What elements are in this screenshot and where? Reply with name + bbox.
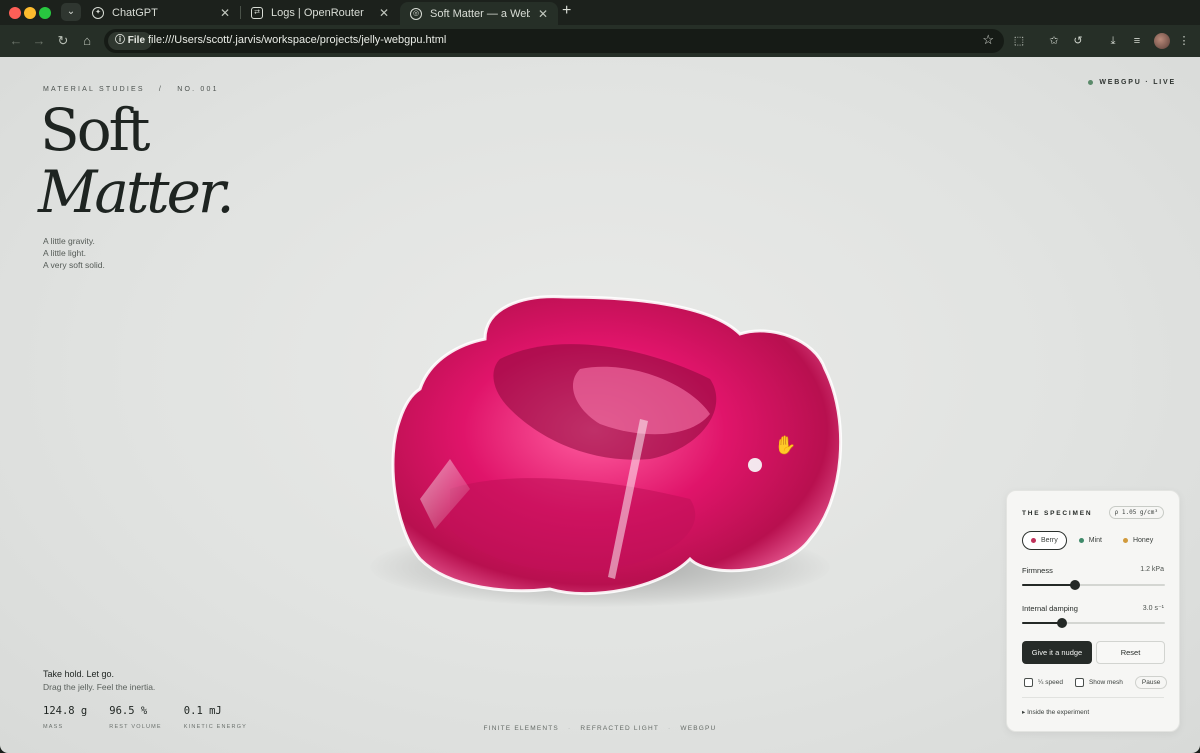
download-icon[interactable]: ⤓ (1105, 33, 1121, 49)
checkbox-box[interactable] (1074, 678, 1084, 687)
eyebrow-separator: / (158, 86, 164, 93)
jelly-specimen[interactable]: ✋ (390, 289, 850, 609)
reading-list-icon[interactable]: ≡ (1129, 33, 1145, 49)
slider-fill (1022, 584, 1075, 586)
pause-button[interactable]: Pause (1134, 676, 1168, 689)
checkbox-label: ¼ speed (1038, 679, 1063, 686)
history-icon[interactable]: ↺ (1070, 33, 1086, 49)
flavor-dot-icon (1031, 538, 1036, 543)
new-tab-button[interactable]: + (562, 2, 571, 20)
firmness-value: 1.2 kPa (1140, 566, 1164, 573)
flavor-label: Honey (1132, 537, 1154, 544)
globe-icon: ◎ (410, 7, 422, 20)
footer-separator: · (568, 725, 572, 732)
close-window-button[interactable] (9, 7, 21, 19)
flavor-selector: Berry Mint Honey (1022, 531, 1165, 550)
site-info-label: File (127, 35, 146, 46)
flavor-dot-icon (1122, 538, 1128, 543)
slider-handle[interactable] (1069, 580, 1080, 590)
forward-arrow-icon[interactable]: → (29, 31, 49, 51)
checkbox-box[interactable] (1024, 678, 1033, 687)
panel-divider (1022, 697, 1164, 698)
show-mesh-checkbox[interactable]: Show mesh (1074, 678, 1123, 687)
minimize-window-button[interactable] (24, 7, 36, 19)
damping-value: 3.0 s⁻¹ (1142, 605, 1164, 612)
tab-title: Soft Matter — a WebGPU jelly (430, 7, 530, 20)
tab-chatgpt[interactable]: ✦ ChatGPT ✕ (82, 0, 240, 25)
tagline-line: A little light. (43, 248, 86, 258)
footer-tag: REFRACTED LIGHT (580, 725, 659, 732)
address-bar[interactable]: ⓘ File file:///Users/scott/.jarvis/works… (104, 29, 1004, 53)
stat-value: 124.8 g (43, 705, 88, 717)
footer-tag: FINITE ELEMENTS (483, 725, 559, 732)
quarter-speed-checkbox[interactable]: ¼ speed (1024, 678, 1063, 687)
tab-soft-matter[interactable]: ◎ Soft Matter — a WebGPU jelly ✕ (400, 2, 558, 25)
status-indicator: WEBGPU · LIVE (1088, 79, 1176, 86)
slider-fill (1022, 622, 1063, 624)
instructions: Take hold. Let go. Drag the jelly. Feel … (43, 669, 155, 692)
extensions-icon[interactable]: ⬚ (1011, 33, 1027, 49)
bookmark-star-icon[interactable]: ☆ (982, 32, 994, 48)
stat-value: 96.5 % (109, 705, 148, 717)
tagline: A little gravity. A little light. A very… (43, 235, 105, 271)
density-badge: ρ 1.05 g/cm³ (1108, 506, 1164, 519)
openrouter-icon: ⇄ (251, 6, 263, 19)
page-title-line-2: Matter. (38, 158, 235, 226)
firmness-slider[interactable] (1022, 579, 1165, 591)
home-icon[interactable]: ⌂ (77, 31, 97, 51)
eyebrow: MATERIAL STUDIES / NO. 001 (43, 86, 219, 93)
reload-icon[interactable]: ↻ (53, 31, 73, 51)
flavor-label: Mint (1088, 537, 1102, 544)
instructions-subtext: Drag the jelly. Feel the inertia. (43, 682, 156, 692)
reset-button[interactable]: Reset (1096, 641, 1165, 664)
damping-label: Internal damping (1022, 604, 1078, 613)
flavor-berry-button[interactable]: Berry (1022, 531, 1067, 550)
checkbox-label: Show mesh (1088, 679, 1123, 686)
tab-openrouter[interactable]: ⇄ Logs | OpenRouter ✕ (241, 0, 399, 25)
maximize-window-button[interactable] (39, 7, 51, 19)
back-arrow-icon[interactable]: ← (6, 31, 26, 51)
panel-title: THE SPECIMEN (1022, 510, 1093, 517)
instructions-heading: Take hold. Let go. (43, 669, 115, 679)
tagline-line: A little gravity. (43, 236, 95, 246)
page-canvas: MATERIAL STUDIES / NO. 001 WEBGPU · LIVE… (0, 57, 1200, 753)
tab-title: ChatGPT (112, 6, 158, 19)
slider-handle[interactable] (1057, 618, 1068, 628)
eyebrow-number: NO. 001 (177, 86, 219, 93)
footer-tag: WEBGPU (680, 725, 717, 732)
specimen-panel: THE SPECIMEN ρ 1.05 g/cm³ Berry Mint Hon… (1006, 490, 1180, 732)
flavor-dot-icon (1078, 538, 1084, 543)
page-title-line-1: Soft (40, 96, 150, 164)
tagline-line: A very soft solid. (43, 260, 105, 270)
footer-separator: · (667, 725, 672, 732)
close-icon[interactable]: ✕ (220, 6, 230, 20)
cursor-contact-dot (748, 458, 762, 472)
grab-hand-icon: ✋ (774, 434, 796, 455)
menu-icon[interactable]: ⋮ (1176, 33, 1192, 49)
status-text: WEBGPU · LIVE (1099, 79, 1176, 86)
profile-avatar[interactable] (1154, 33, 1170, 49)
damping-slider[interactable] (1022, 617, 1165, 629)
flavor-label: Berry (1041, 537, 1058, 544)
url-text[interactable]: file:///Users/scott/.jarvis/workspace/pr… (148, 34, 446, 46)
site-info-chip[interactable]: ⓘ File (108, 32, 153, 50)
tab-search-button[interactable]: ⌄ (61, 3, 81, 21)
options-row: ¼ speed Show mesh Pause (1024, 676, 1168, 689)
stat-value: 0.1 mJ (183, 705, 222, 717)
flavor-honey-button[interactable]: Honey (1114, 531, 1162, 550)
live-dot-icon (1088, 80, 1094, 85)
chevron-down-icon: ⌄ (66, 6, 76, 17)
bookmarks-icon[interactable]: ✩ (1046, 33, 1062, 49)
firmness-label: Firmness (1022, 566, 1053, 575)
openai-icon: ✦ (92, 6, 104, 19)
inside-experiment-toggle[interactable]: ▸ Inside the experiment (1022, 708, 1089, 716)
tab-strip: ⌄ ✦ ChatGPT ✕ ⇄ Logs | OpenRouter ✕ ◎ So… (0, 0, 1200, 25)
eyebrow-section: MATERIAL STUDIES (43, 86, 145, 93)
nudge-button[interactable]: Give it a nudge (1022, 641, 1092, 664)
tab-title: Logs | OpenRouter (271, 6, 364, 19)
browser-toolbar: ← → ↻ ⌂ ⓘ File file:///Users/scott/.jarv… (0, 25, 1200, 57)
flavor-mint-button[interactable]: Mint (1070, 531, 1111, 550)
close-icon[interactable]: ✕ (538, 7, 548, 21)
close-icon[interactable]: ✕ (379, 6, 389, 20)
